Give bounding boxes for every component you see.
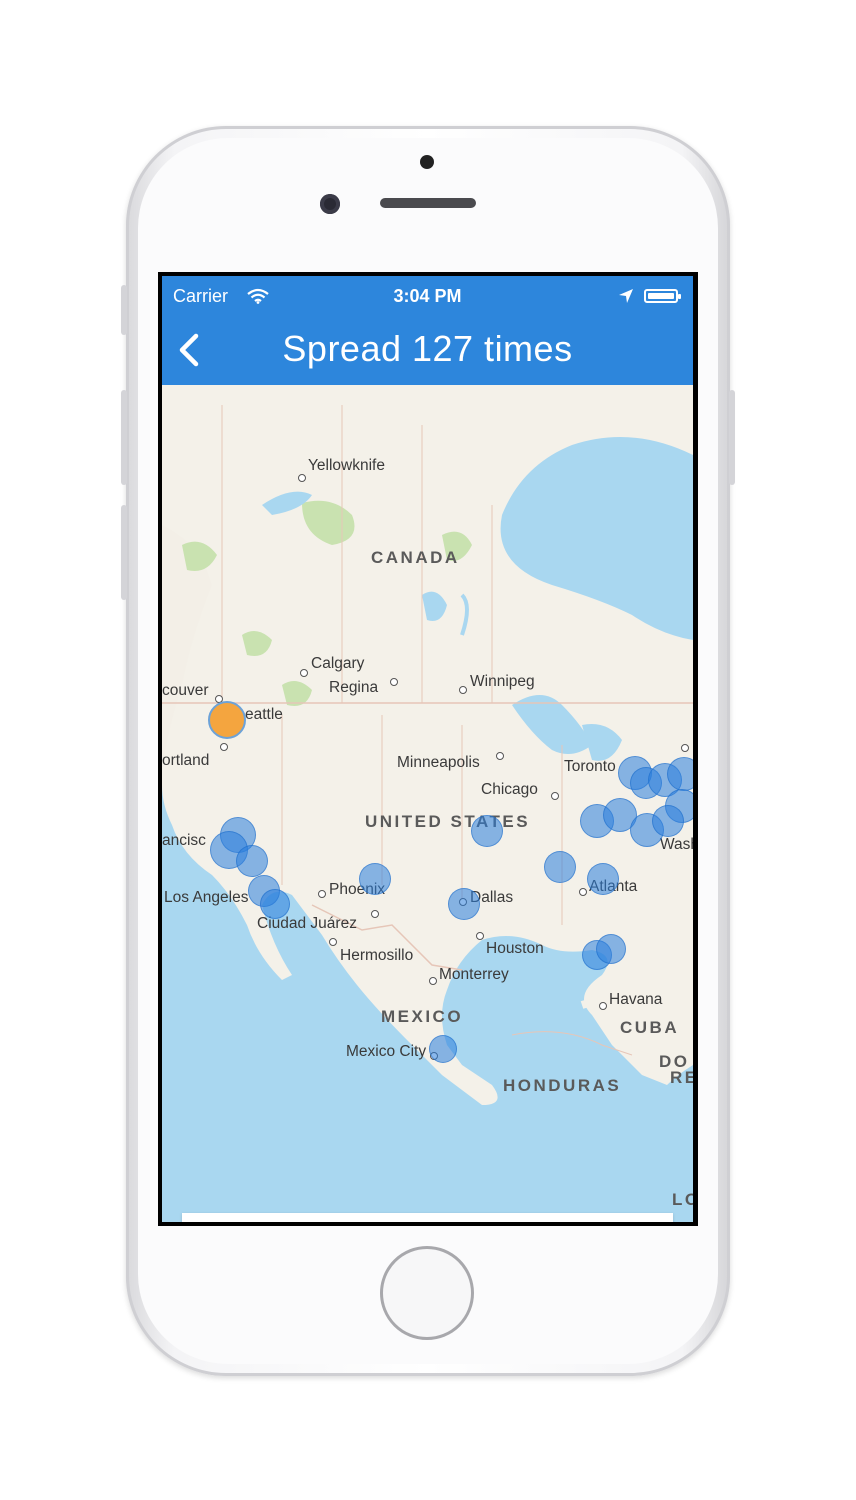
country-label: UNITED STATES [365, 812, 531, 831]
location-arrow-icon [619, 289, 633, 303]
city-label: Los Angeles [164, 889, 249, 906]
city-label: Chicago [481, 781, 538, 798]
country-label: CUBA [620, 1018, 680, 1037]
spread-marker[interactable] [260, 889, 290, 919]
power-button [729, 390, 735, 485]
post-preview-card[interactable] [182, 1213, 673, 1222]
earpiece-speaker [380, 198, 476, 208]
spread-marker[interactable] [429, 1035, 457, 1063]
volume-down-button [121, 505, 127, 600]
spread-marker[interactable] [448, 888, 480, 920]
battery-icon [644, 289, 681, 303]
city-label: Havana [609, 991, 663, 1008]
status-bar: Carrier 3:04 PM [162, 276, 693, 316]
city-marker [371, 910, 379, 918]
country-label: LO [672, 1190, 693, 1209]
city-label: Monterrey [439, 966, 509, 983]
screen-content: Carrier 3:04 PM Spread 127 times CANADA … [162, 276, 693, 1222]
city-label: ancisc [162, 832, 206, 849]
city-label: couver [162, 682, 209, 699]
spread-marker[interactable] [544, 851, 576, 883]
city-marker [318, 890, 326, 898]
city-marker [429, 977, 437, 985]
spread-marker[interactable] [236, 845, 268, 877]
country-label: RE [670, 1068, 693, 1087]
city-marker [551, 792, 559, 800]
spread-marker[interactable] [667, 757, 693, 791]
city-label: eattle [245, 706, 283, 723]
city-label: Calgary [311, 655, 365, 672]
front-camera [320, 194, 340, 214]
city-marker [681, 744, 689, 752]
city-label: Hermosillo [340, 947, 414, 964]
city-label: Regina [329, 679, 379, 696]
city-label: Toronto [564, 758, 616, 775]
spread-marker[interactable] [471, 815, 503, 847]
city-label: Winnipeg [470, 673, 535, 690]
spread-marker[interactable] [359, 863, 391, 895]
spread-marker[interactable] [596, 934, 626, 964]
proximity-sensor [420, 155, 434, 169]
mute-switch [121, 285, 127, 335]
nav-bar: Spread 127 times [162, 316, 693, 385]
city-label: Minneapolis [397, 754, 480, 771]
city-marker [329, 938, 337, 946]
city-label: ortland [162, 752, 210, 769]
city-marker [476, 932, 484, 940]
city-marker [579, 888, 587, 896]
city-marker [300, 669, 308, 677]
volume-up-button [121, 390, 127, 485]
city-label: Yellowknife [308, 457, 385, 474]
city-label: Wash [660, 836, 693, 853]
city-marker [496, 752, 504, 760]
spread-marker[interactable] [652, 805, 684, 837]
city-marker [298, 474, 306, 482]
status-time: 3:04 PM [393, 286, 462, 306]
city-marker [459, 686, 467, 694]
city-marker [599, 1002, 607, 1010]
spread-map[interactable]: CANADA UNITED STATES MEXICO CUBA HONDURA… [162, 385, 693, 1222]
country-label: MEXICO [381, 1007, 464, 1026]
city-marker [220, 743, 228, 751]
city-label: Houston [486, 940, 544, 957]
home-button[interactable] [380, 1246, 474, 1340]
origin-marker[interactable] [208, 701, 246, 739]
spread-marker[interactable] [587, 863, 619, 895]
country-label: HONDURAS [503, 1076, 622, 1095]
city-label: Mexico City [346, 1043, 427, 1060]
page-title: Spread 127 times [282, 328, 573, 369]
screen: Carrier 3:04 PM Spread 127 times CANADA … [158, 272, 698, 1226]
city-marker [390, 678, 398, 686]
country-label: CANADA [371, 548, 460, 567]
